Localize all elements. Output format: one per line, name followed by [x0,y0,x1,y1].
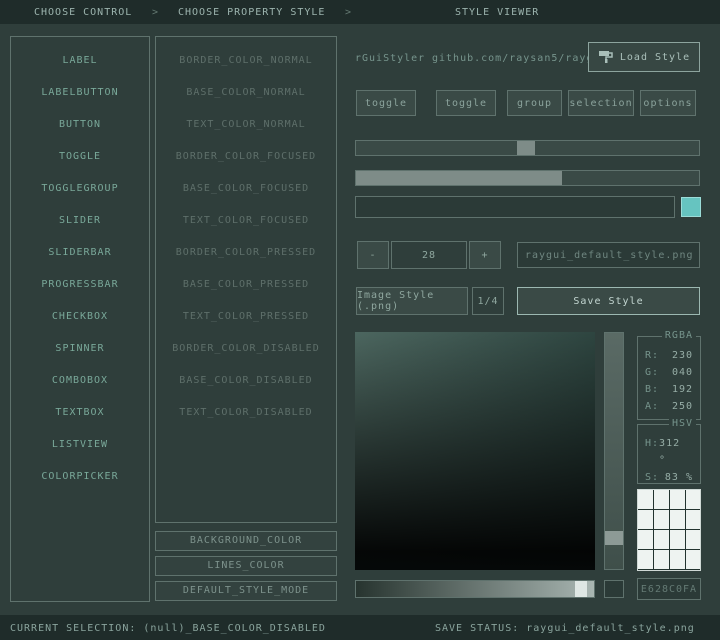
hsv-h-value: 312 ° [659,435,693,469]
rgba-b-label: B: [645,381,659,398]
current-selection-status: CURRENT SELECTION: (null)_BASE_COLOR_DIS… [10,623,326,634]
property-item-border-color-disabled[interactable]: BORDER_COLOR_DISABLED [156,333,336,365]
rgba-group: RGBA R: 230 G: 040 B: 192 A: 250 [637,336,701,420]
toggle-button-options[interactable]: options [640,90,696,116]
control-item-combobox[interactable]: COMBOBOX [11,365,149,397]
save-style-button[interactable]: Save Style [517,287,700,315]
background-color-button[interactable]: BACKGROUND_COLOR [155,531,337,551]
rgba-row-a: A: 250 [638,398,700,415]
rgba-g-value: 040 [672,364,693,381]
rgba-r-label: R: [645,347,659,364]
property-item-border-color-focused[interactable]: BORDER_COLOR_FOCUSED [156,141,336,173]
repo-label: github.com/raysan5/raygui [432,53,608,64]
spinner-value[interactable]: 28 [391,241,467,269]
demo-checkbox[interactable] [681,197,701,217]
hex-value-box[interactable]: E628C0FA [637,578,701,600]
toggle-button-1[interactable]: toggle [356,90,416,116]
statusbar: CURRENT SELECTION: (null)_BASE_COLOR_DIS… [0,615,720,640]
property-item-base-color-normal[interactable]: BASE_COLOR_NORMAL [156,77,336,109]
paint-roller-icon [598,49,614,65]
chevron-right-icon: > [345,7,352,18]
rgba-row-g: G: 040 [638,364,700,381]
property-item-text-color-focused[interactable]: TEXT_COLOR_FOCUSED [156,205,336,237]
app-brand: rGuiStyler [355,53,425,64]
rgba-row-b: B: 192 [638,381,700,398]
value-slider-handle[interactable] [605,531,623,545]
property-item-text-color-pressed[interactable]: TEXT_COLOR_PRESSED [156,301,336,333]
filename-textbox[interactable]: raygui_default_style.png [517,242,700,268]
load-style-button[interactable]: Load Style [588,42,700,72]
topbar-choose-property-style: CHOOSE PROPERTY STYLE [178,7,325,18]
rguistyler-app: CHOOSE CONTROL > CHOOSE PROPERTY STYLE >… [0,0,720,640]
control-item-textbox[interactable]: TEXTBOX [11,397,149,429]
demo-textbox[interactable] [355,196,675,218]
color-palette-grid[interactable] [637,489,701,571]
rgba-a-label: A: [645,398,659,415]
toggle-button-selection[interactable]: selection [568,90,634,116]
property-item-base-color-disabled[interactable]: BASE_COLOR_DISABLED [156,365,336,397]
topbar-choose-control: CHOOSE CONTROL [34,7,132,18]
spinner-plus-button[interactable]: + [469,241,501,269]
alpha-slider[interactable] [355,580,595,598]
progressbar-demo[interactable] [355,170,700,186]
slider-handle[interactable] [517,141,535,155]
property-item-text-color-disabled[interactable]: TEXT_COLOR_DISABLED [156,397,336,429]
control-item-label[interactable]: LABEL [11,45,149,77]
control-item-toggle[interactable]: TOGGLE [11,141,149,173]
control-item-labelbutton[interactable]: LABELBUTTON [11,77,149,109]
hsv-row-h: H: 312 ° [638,435,700,469]
control-item-progressbar[interactable]: PROGRESSBAR [11,269,149,301]
controls-list: LABEL LABELBUTTON BUTTON TOGGLE TOGGLEGR… [10,36,150,602]
save-status: SAVE STATUS: raygui_default_style.png [435,623,695,634]
control-item-togglegroup[interactable]: TOGGLEGROUP [11,173,149,205]
topbar-style-viewer: STYLE VIEWER [455,7,539,18]
property-item-base-color-focused[interactable]: BASE_COLOR_FOCUSED [156,173,336,205]
load-style-label: Load Style [620,52,690,63]
toggle-button-group[interactable]: group [507,90,562,116]
property-item-base-color-pressed[interactable]: BASE_COLOR_PRESSED [156,269,336,301]
chevron-right-icon: > [152,7,159,18]
hsv-h-label: H: [645,435,659,469]
alpha-slider-handle[interactable] [575,581,587,597]
alpha-checkbox[interactable] [604,580,624,598]
rgba-title: RGBA [662,330,696,341]
topbar: CHOOSE CONTROL > CHOOSE PROPERTY STYLE >… [0,0,720,24]
hsv-s-label: S: [645,469,659,486]
toggle-button-2[interactable]: toggle [436,90,496,116]
control-item-listview[interactable]: LISTVIEW [11,429,149,461]
rgba-r-value: 230 [672,347,693,364]
control-item-sliderbar[interactable]: SLIDERBAR [11,237,149,269]
value-slider[interactable] [604,332,624,570]
control-item-button[interactable]: BUTTON [11,109,149,141]
lines-color-button[interactable]: LINES_COLOR [155,556,337,576]
image-style-button[interactable]: Image Style (.png) [356,287,468,315]
filename-value: raygui_default_style.png [525,250,694,261]
default-style-mode-button[interactable]: DEFAULT_STYLE_MODE [155,581,337,601]
hex-value: E628C0FA [641,584,697,595]
page-indicator[interactable]: 1/4 [472,287,504,315]
hsv-title: HSV [669,418,696,429]
control-item-slider[interactable]: SLIDER [11,205,149,237]
spinner-minus-button[interactable]: - [357,241,389,269]
property-item-border-color-pressed[interactable]: BORDER_COLOR_PRESSED [156,237,336,269]
property-item-border-color-normal[interactable]: BORDER_COLOR_NORMAL [156,45,336,77]
hsv-s-value: 83 % [665,469,693,486]
slider-demo[interactable] [355,140,700,156]
rgba-row-r: R: 230 [638,347,700,364]
hsv-row-s: S: 83 % [638,469,700,486]
color-picker-panel[interactable] [355,332,595,570]
hsv-group: HSV H: 312 ° S: 83 % V: 90 % [637,424,701,484]
control-item-spinner[interactable]: SPINNER [11,333,149,365]
control-item-checkbox[interactable]: CHECKBOX [11,301,149,333]
control-item-colorpicker[interactable]: COLORPICKER [11,461,149,493]
properties-list: BORDER_COLOR_NORMAL BASE_COLOR_NORMAL TE… [155,36,337,523]
progressbar-fill [356,171,562,185]
rgba-g-label: G: [645,364,659,381]
rgba-a-value: 250 [672,398,693,415]
property-item-text-color-normal[interactable]: TEXT_COLOR_NORMAL [156,109,336,141]
rgba-b-value: 192 [672,381,693,398]
